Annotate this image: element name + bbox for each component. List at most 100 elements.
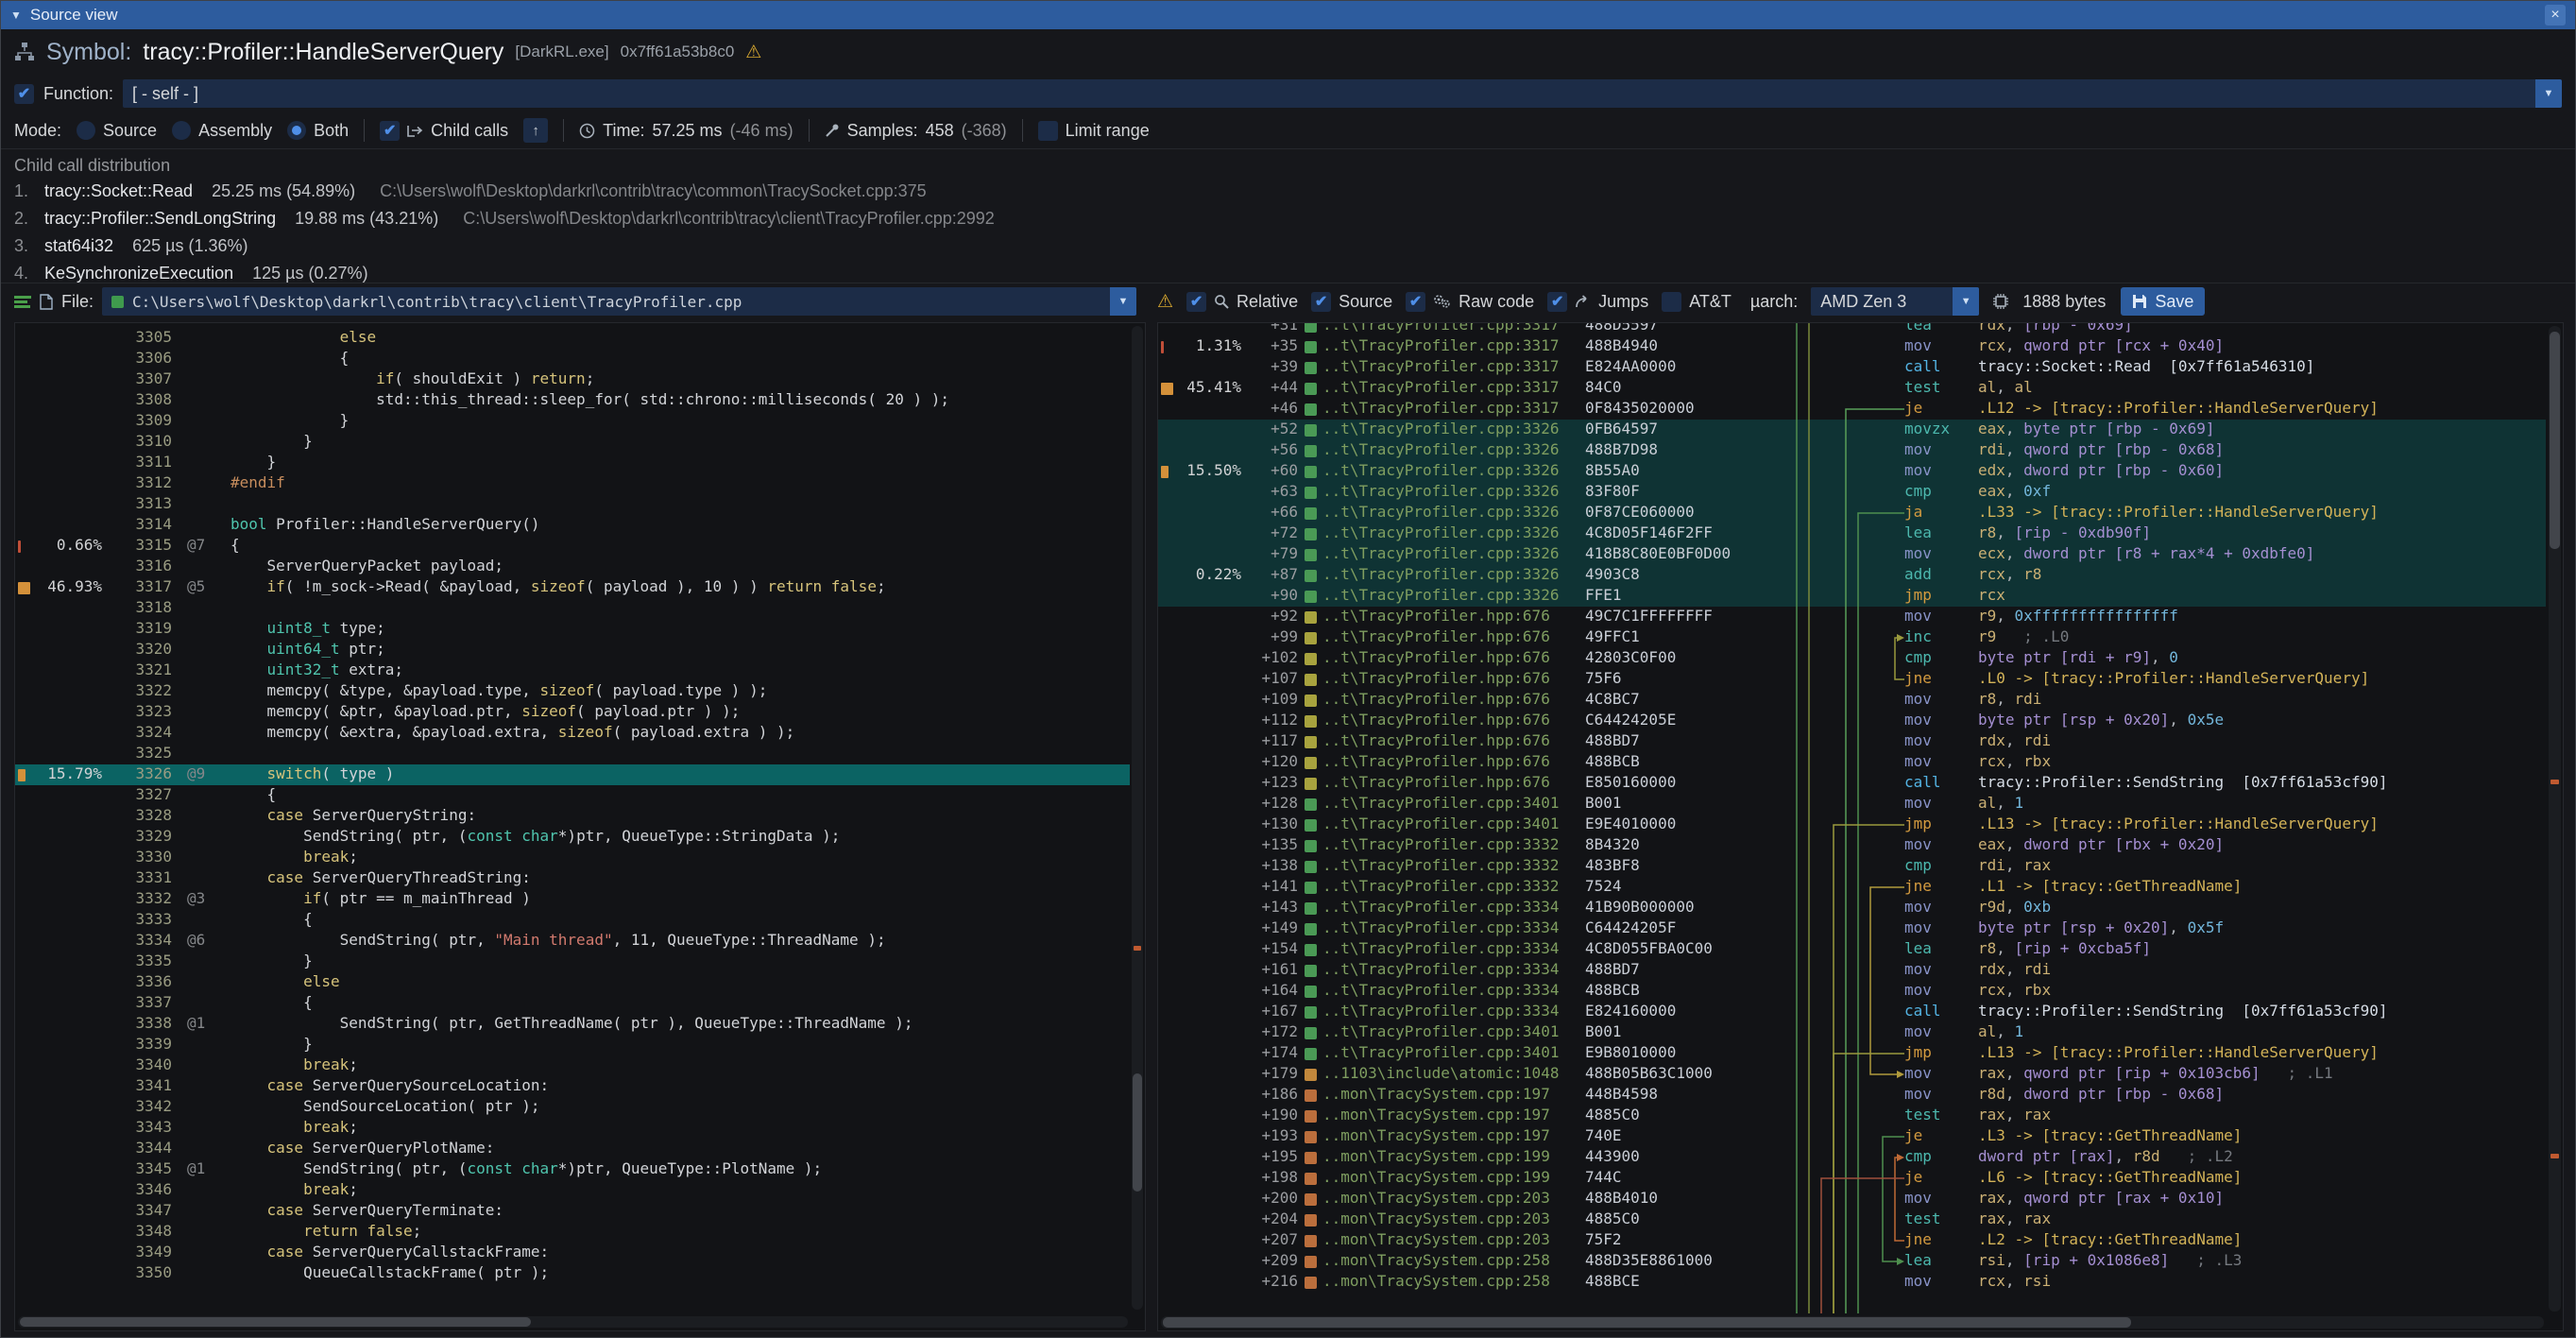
source-line[interactable]: 3312#endif bbox=[15, 473, 1130, 494]
collapse-arrow-icon[interactable]: ▼ bbox=[10, 9, 22, 22]
limit-range-checkbox[interactable]: ✔ bbox=[1038, 121, 1058, 141]
asm-row[interactable]: +128..t\TracyProfiler.cpp:3401B001moval,… bbox=[1158, 794, 2546, 815]
asm-row[interactable]: +102..t\TracyProfiler.hpp:67642803C0F00c… bbox=[1158, 648, 2546, 669]
asm-source-location[interactable]: ..mon\TracySystem.cpp:203 bbox=[1322, 1209, 1585, 1230]
source-vertical-scrollbar[interactable] bbox=[1132, 326, 1143, 1310]
relative-toggle[interactable]: ✔ Relative bbox=[1186, 292, 1298, 312]
source-line[interactable]: 3327 { bbox=[15, 785, 1130, 806]
propagate-up-button[interactable]: ↑ bbox=[523, 118, 548, 143]
source-checkbox[interactable]: ✔ bbox=[1311, 292, 1331, 312]
source-line[interactable]: 3343 break; bbox=[15, 1118, 1130, 1139]
asm-row[interactable]: 0.22%+87..t\TracyProfiler.cpp:33264903C8… bbox=[1158, 565, 2546, 586]
source-line[interactable]: 3305 else bbox=[15, 328, 1130, 349]
source-line[interactable]: 3328 case ServerQueryString: bbox=[15, 806, 1130, 827]
asm-source-location[interactable]: ..t\TracyProfiler.hpp:676 bbox=[1322, 648, 1585, 669]
asm-row[interactable]: +130..t\TracyProfiler.cpp:3401E9E4010000… bbox=[1158, 815, 2546, 835]
source-line[interactable]: 3319 uint8_t type; bbox=[15, 619, 1130, 640]
asm-source-location[interactable]: ..t\TracyProfiler.cpp:3317 bbox=[1322, 323, 1585, 336]
asm-row[interactable]: +172..t\TracyProfiler.cpp:3401B001moval,… bbox=[1158, 1022, 2546, 1043]
source-line[interactable]: 3309 } bbox=[15, 411, 1130, 432]
child-call-entry[interactable]: 3.stat64i32625 µs (1.36%) bbox=[14, 232, 2562, 260]
asm-row[interactable]: +195..mon\TracySystem.cpp:199443900cmpdw… bbox=[1158, 1147, 2546, 1168]
source-line[interactable]: 3308 std::this_thread::sleep_for( std::c… bbox=[15, 390, 1130, 411]
uarch-combo[interactable]: AMD Zen 3 ▼ bbox=[1811, 287, 1979, 316]
child-call-entry[interactable]: 4.KeSynchronizeExecution125 µs (0.27%) bbox=[14, 260, 2562, 283]
asm-source-location[interactable]: ..mon\TracySystem.cpp:203 bbox=[1322, 1230, 1585, 1251]
asm-source-location[interactable]: ..t\TracyProfiler.cpp:3317 bbox=[1322, 357, 1585, 378]
source-line[interactable]: 3336 else bbox=[15, 972, 1130, 993]
asm-source-location[interactable]: ..t\TracyProfiler.hpp:676 bbox=[1322, 711, 1585, 731]
limit-range-toggle[interactable]: ✔ Limit range bbox=[1038, 121, 1150, 141]
source-line[interactable]: 3330 break; bbox=[15, 848, 1130, 868]
asm-source-location[interactable]: ..mon\TracySystem.cpp:197 bbox=[1322, 1106, 1585, 1126]
scrollbar-thumb[interactable] bbox=[2550, 332, 2560, 549]
mode-radio-both[interactable]: Both bbox=[287, 121, 349, 141]
source-line[interactable]: 3323 memcpy( &ptr, &payload.ptr, sizeof(… bbox=[15, 702, 1130, 723]
asm-source-location[interactable]: ..mon\TracySystem.cpp:258 bbox=[1322, 1272, 1585, 1293]
asm-row[interactable]: +107..t\TracyProfiler.hpp:67675F6jne.L0 … bbox=[1158, 669, 2546, 690]
asm-row[interactable]: +123..t\TracyProfiler.hpp:676E850160000c… bbox=[1158, 773, 2546, 794]
asm-row[interactable]: +164..t\TracyProfiler.cpp:3334488BCBmovr… bbox=[1158, 981, 2546, 1002]
asm-row[interactable]: +117..t\TracyProfiler.hpp:676488BD7movrd… bbox=[1158, 731, 2546, 752]
chevron-down-icon[interactable]: ▼ bbox=[1110, 287, 1136, 316]
asm-source-location[interactable]: ..1103\include\atomic:1048 bbox=[1322, 1064, 1585, 1085]
asm-source-location[interactable]: ..t\TracyProfiler.cpp:3326 bbox=[1322, 586, 1585, 607]
child-call-name[interactable]: tracy::Socket::Read bbox=[44, 181, 193, 201]
asm-row[interactable]: +120..t\TracyProfiler.hpp:676488BCBmovrc… bbox=[1158, 752, 2546, 773]
asm-row[interactable]: +167..t\TracyProfiler.cpp:3334E824160000… bbox=[1158, 1002, 2546, 1022]
close-button[interactable]: × bbox=[2545, 5, 2566, 26]
asm-source-location[interactable]: ..mon\TracySystem.cpp:258 bbox=[1322, 1251, 1585, 1272]
att-checkbox[interactable]: ✔ bbox=[1662, 292, 1681, 312]
asm-row[interactable]: +193..mon\TracySystem.cpp:197740Eje.L3 -… bbox=[1158, 1126, 2546, 1147]
asm-source-location[interactable]: ..t\TracyProfiler.cpp:3334 bbox=[1322, 918, 1585, 939]
child-call-name[interactable]: tracy::Profiler::SendLongString bbox=[44, 209, 276, 229]
asm-horizontal-scrollbar[interactable] bbox=[1161, 1316, 2544, 1329]
source-line[interactable]: 3316 ServerQueryPacket payload; bbox=[15, 557, 1130, 577]
source-line[interactable]: 3332@3 if( ptr == m_mainThread ) bbox=[15, 889, 1130, 910]
asm-source-location[interactable]: ..mon\TracySystem.cpp:203 bbox=[1322, 1189, 1585, 1209]
asm-row[interactable]: +186..mon\TracySystem.cpp:197448B4598mov… bbox=[1158, 1085, 2546, 1106]
source-line[interactable]: 3310 } bbox=[15, 432, 1130, 453]
relative-checkbox[interactable]: ✔ bbox=[1186, 292, 1206, 312]
source-line[interactable]: 3341 case ServerQuerySourceLocation: bbox=[15, 1076, 1130, 1097]
source-line[interactable]: 3344 case ServerQueryPlotName: bbox=[15, 1139, 1130, 1159]
file-combo[interactable]: C:\Users\wolf\Desktop\darkrl\contrib\tra… bbox=[102, 287, 1136, 316]
source-line[interactable]: 3322 memcpy( &type, &payload.type, sizeo… bbox=[15, 681, 1130, 702]
asm-row[interactable]: +52..t\TracyProfiler.cpp:33260FB64597mov… bbox=[1158, 420, 2546, 440]
asm-source-location[interactable]: ..t\TracyProfiler.cpp:3401 bbox=[1322, 1043, 1585, 1064]
asm-source-location[interactable]: ..t\TracyProfiler.cpp:3326 bbox=[1322, 523, 1585, 544]
asm-source-location[interactable]: ..mon\TracySystem.cpp:199 bbox=[1322, 1147, 1585, 1168]
asm-source-location[interactable]: ..t\TracyProfiler.cpp:3401 bbox=[1322, 794, 1585, 815]
titlebar[interactable]: ▼ Source view × bbox=[1, 1, 2575, 29]
asm-row[interactable]: +92..t\TracyProfiler.hpp:67649C7C1FFFFFF… bbox=[1158, 607, 2546, 627]
asm-source-location[interactable]: ..t\TracyProfiler.cpp:3334 bbox=[1322, 898, 1585, 918]
asm-source-location[interactable]: ..t\TracyProfiler.cpp:3401 bbox=[1322, 1022, 1585, 1043]
asm-row[interactable]: +143..t\TracyProfiler.cpp:333441B90B0000… bbox=[1158, 898, 2546, 918]
asm-row[interactable]: +99..t\TracyProfiler.hpp:67649FFC1incr9 … bbox=[1158, 627, 2546, 648]
asm-source-location[interactable]: ..t\TracyProfiler.cpp:3334 bbox=[1322, 939, 1585, 960]
asm-source-location[interactable]: ..mon\TracySystem.cpp:197 bbox=[1322, 1085, 1585, 1106]
mode-radio-source[interactable]: Source bbox=[77, 121, 157, 141]
asm-row[interactable]: +174..t\TracyProfiler.cpp:3401E9B8010000… bbox=[1158, 1043, 2546, 1064]
source-line[interactable]: 3307 if( shouldExit ) return; bbox=[15, 369, 1130, 390]
source-line[interactable]: 15.79%3326@9 switch( type ) bbox=[15, 764, 1130, 785]
asm-row[interactable]: +39..t\TracyProfiler.cpp:3317E824AA0000c… bbox=[1158, 357, 2546, 378]
asm-vertical-scrollbar[interactable] bbox=[2549, 326, 2561, 1312]
source-line[interactable]: 3335 } bbox=[15, 952, 1130, 972]
asm-row[interactable]: +90..t\TracyProfiler.cpp:3326FFE1jmprcx bbox=[1158, 586, 2546, 607]
asm-row[interactable]: +161..t\TracyProfiler.cpp:3334488BD7movr… bbox=[1158, 960, 2546, 981]
source-line[interactable]: 3340 break; bbox=[15, 1055, 1130, 1076]
asm-source-location[interactable]: ..t\TracyProfiler.cpp:3317 bbox=[1322, 378, 1585, 399]
raw-code-toggle[interactable]: ✔ Raw code bbox=[1406, 292, 1534, 312]
asm-source-location[interactable]: ..mon\TracySystem.cpp:197 bbox=[1322, 1126, 1585, 1147]
asm-row[interactable]: +149..t\TracyProfiler.cpp:3334C64424205F… bbox=[1158, 918, 2546, 939]
asm-row[interactable]: 15.50%+60..t\TracyProfiler.cpp:33268B55A… bbox=[1158, 461, 2546, 482]
asm-source-location[interactable]: ..t\TracyProfiler.hpp:676 bbox=[1322, 607, 1585, 627]
jumps-checkbox[interactable]: ✔ bbox=[1547, 292, 1567, 312]
source-toggle[interactable]: ✔ Source bbox=[1311, 292, 1392, 312]
asm-row[interactable]: +190..mon\TracySystem.cpp:1974885C0testr… bbox=[1158, 1106, 2546, 1126]
asm-source-location[interactable]: ..t\TracyProfiler.cpp:3326 bbox=[1322, 420, 1585, 440]
mode-radio-assembly[interactable]: Assembly bbox=[172, 121, 272, 141]
asm-source-location[interactable]: ..t\TracyProfiler.cpp:3326 bbox=[1322, 565, 1585, 586]
asm-source-location[interactable]: ..t\TracyProfiler.cpp:3326 bbox=[1322, 482, 1585, 503]
